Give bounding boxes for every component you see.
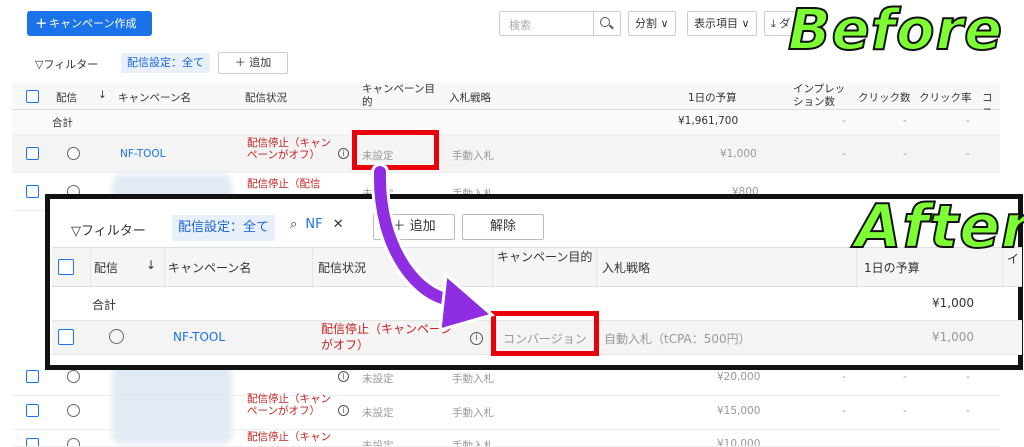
- arrow-icon: [370, 163, 496, 333]
